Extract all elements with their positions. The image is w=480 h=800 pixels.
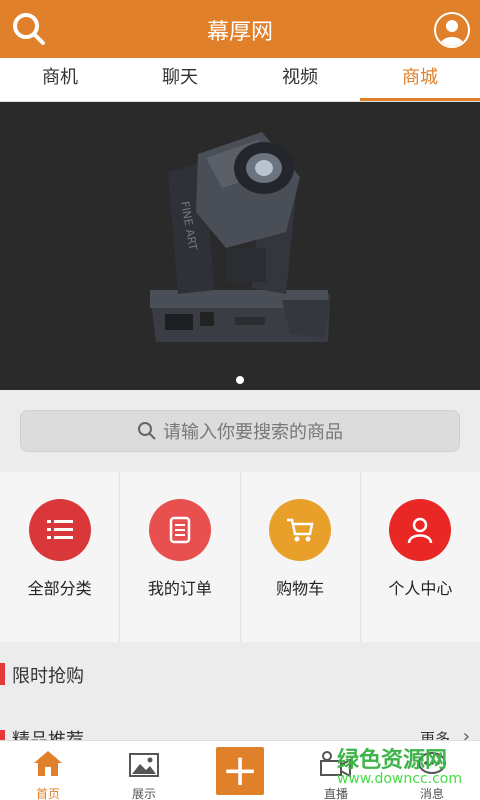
category-label: 我的订单 bbox=[147, 579, 212, 598]
tab-video[interactable]: 视频 bbox=[240, 58, 360, 101]
tab-business[interactable]: 商机 bbox=[0, 58, 120, 101]
top-bar: 幕厚网 bbox=[0, 0, 480, 58]
category-label: 购物车 bbox=[276, 579, 325, 598]
watermark: 绿色资源网 www.downcc.com bbox=[336, 748, 462, 787]
plus-icon: + bbox=[216, 747, 264, 795]
more-link[interactable]: 更多 bbox=[420, 728, 450, 740]
nav-label: 直播 bbox=[323, 787, 348, 800]
list-icon bbox=[28, 499, 91, 561]
category-orders[interactable]: 我的订单 bbox=[120, 472, 241, 642]
search-icon bbox=[138, 422, 156, 440]
moving-head-light-image: FINE ART bbox=[150, 132, 330, 342]
flash-sale-section: 限时抢购 bbox=[0, 642, 480, 704]
search-section: 请输入你要搜索的商品 bbox=[0, 390, 480, 472]
home-icon bbox=[0, 741, 96, 777]
order-icon bbox=[148, 499, 211, 561]
quick-categories: 全部分类 我的订单 购物车 个人中心 bbox=[0, 472, 480, 642]
product-search-input[interactable]: 请输入你要搜索的商品 bbox=[20, 410, 460, 452]
user-icon bbox=[389, 499, 452, 561]
nav-showcase[interactable]: 展示 bbox=[96, 741, 192, 800]
section-title: 限时抢购 bbox=[12, 666, 84, 687]
category-tabs: 商机 聊天 视频 商城 bbox=[0, 58, 480, 102]
nav-publish[interactable]: + bbox=[192, 741, 288, 800]
nav-label: 首页 bbox=[35, 787, 60, 800]
app-title: 幕厚网 bbox=[206, 20, 273, 45]
section-marker bbox=[0, 730, 5, 740]
nav-label: 消息 bbox=[419, 787, 444, 800]
cart-icon bbox=[269, 499, 332, 561]
search-placeholder: 请输入你要搜索的商品 bbox=[163, 422, 343, 443]
avatar-icon[interactable] bbox=[434, 12, 470, 48]
tab-chat[interactable]: 聊天 bbox=[120, 58, 240, 101]
carousel-indicator[interactable] bbox=[236, 376, 244, 384]
watermark-main: 绿色资源网 bbox=[336, 748, 447, 773]
nav-home[interactable]: 首页 bbox=[0, 741, 96, 800]
watermark-sub: www.downcc.com bbox=[336, 771, 462, 787]
section-title: 精品推荐 bbox=[12, 726, 84, 740]
section-marker bbox=[0, 663, 5, 685]
recommended-section: 精品推荐 更多 › bbox=[0, 704, 480, 740]
category-cart[interactable]: 购物车 bbox=[241, 472, 361, 642]
tab-mall[interactable]: 商城 bbox=[360, 58, 480, 101]
banner-carousel[interactable]: FINE ART bbox=[0, 102, 480, 390]
category-label: 全部分类 bbox=[27, 579, 92, 598]
category-label: 个人中心 bbox=[388, 579, 453, 598]
image-icon bbox=[96, 741, 192, 777]
category-all[interactable]: 全部分类 bbox=[0, 472, 121, 642]
chevron-right-icon[interactable]: › bbox=[463, 726, 470, 740]
category-profile[interactable]: 个人中心 bbox=[361, 472, 480, 642]
nav-label: 展示 bbox=[131, 787, 156, 800]
